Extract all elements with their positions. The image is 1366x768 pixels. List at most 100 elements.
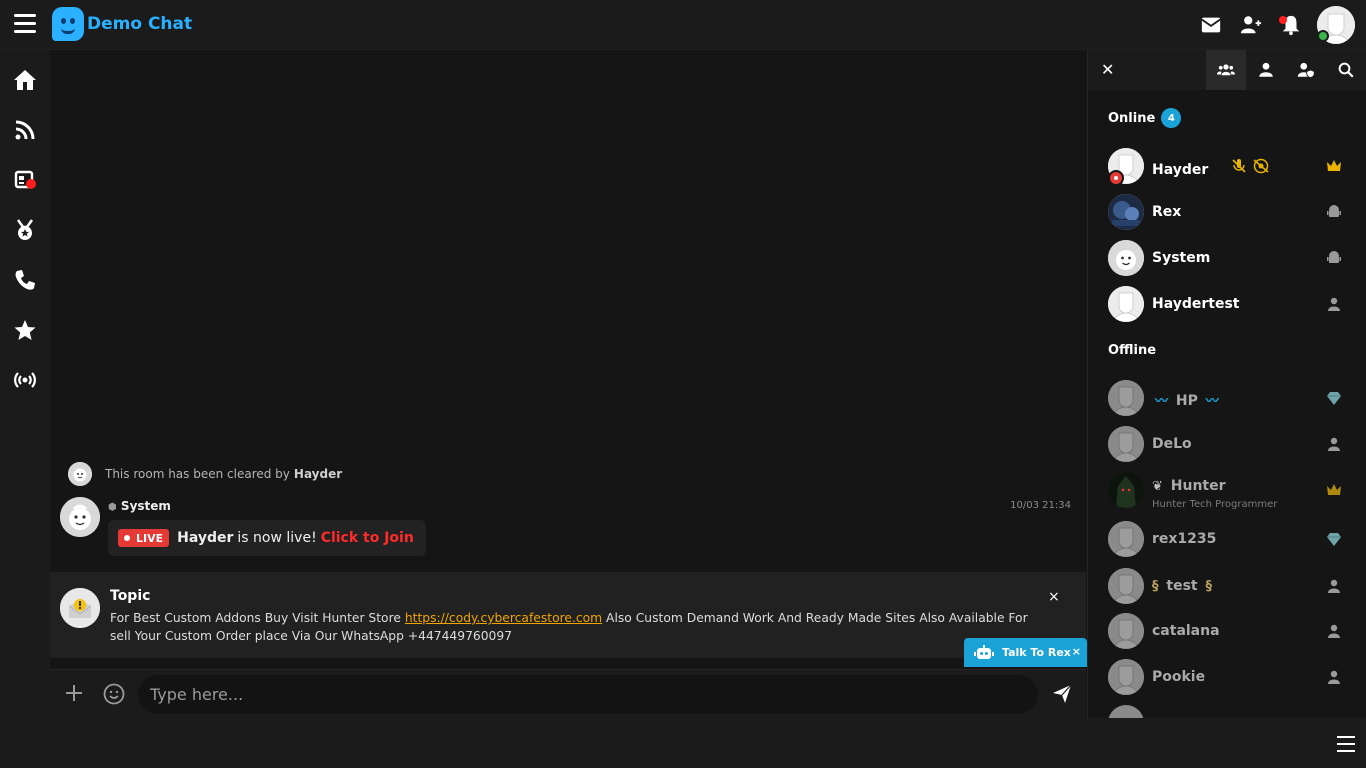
live-label: LIVE <box>136 531 164 545</box>
user-name-text: test <box>1166 578 1198 594</box>
user-name: DeLo <box>1152 436 1192 452</box>
emoji-icon[interactable] <box>103 683 125 705</box>
topic-title: Topic <box>110 588 151 604</box>
live-user[interactable]: Hayder <box>177 530 233 546</box>
online-count-badge: 4 <box>1161 108 1182 128</box>
user-name-text: Hayder <box>1152 162 1209 178</box>
live-text: is now live! <box>237 530 317 546</box>
add-user-icon[interactable] <box>1240 14 1262 36</box>
bottom-bar <box>0 718 1366 768</box>
user-name: Pookie <box>1152 669 1206 685</box>
rss-icon[interactable] <box>13 118 37 142</box>
topic-banner: Topic For Best Custom Addons Buy Visit H… <box>50 572 1086 658</box>
user-item-partial[interactable] <box>1108 705 1348 718</box>
user-item-catalana[interactable]: catalana <box>1108 613 1348 651</box>
envelope-icon[interactable] <box>1200 14 1222 36</box>
avatar <box>1108 613 1144 649</box>
broadcast-icon[interactable] <box>13 368 37 392</box>
diamond-icon <box>1326 390 1342 406</box>
online-label: Online <box>1108 110 1156 126</box>
user-item-rex1235[interactable]: rex1235 <box>1108 521 1348 559</box>
menu-icon[interactable] <box>14 14 36 34</box>
send-icon[interactable] <box>1052 684 1072 704</box>
user-name: Hayder <box>1152 158 1270 178</box>
user-item-delo[interactable]: DeLo <box>1108 426 1348 464</box>
cleared-by-name[interactable]: Hayder <box>294 467 342 481</box>
live-badge: LIVE <box>118 529 170 547</box>
android-icon: ⬢ <box>108 502 117 513</box>
room-cleared-notice: This room has been cleared by Hayder <box>68 462 342 486</box>
user-name: catalana <box>1152 623 1220 639</box>
tab-staff-icon[interactable] <box>1286 50 1326 90</box>
online-status-icon <box>1317 30 1329 42</box>
user-name: 〰 HP 〰 <box>1152 390 1222 409</box>
topic-close-button[interactable]: × <box>1048 589 1060 605</box>
talk-to-rex-close[interactable]: × <box>1072 645 1081 658</box>
cam-muted-icon <box>1252 158 1270 178</box>
message-sender[interactable]: ⬢ System <box>108 499 171 513</box>
logo-mark-icon <box>52 7 84 41</box>
logo[interactable]: Demo Chat <box>52 7 192 41</box>
avatar <box>1108 568 1144 604</box>
avatar <box>1108 521 1144 557</box>
avatar <box>1108 472 1144 508</box>
top-bar: Demo Chat <box>0 0 1366 50</box>
user-rank-icon <box>1326 296 1342 312</box>
close-panel-icon[interactable]: ✕ <box>1101 60 1114 79</box>
topic-icon <box>60 588 100 628</box>
android-icon <box>1326 204 1342 220</box>
user-rank-icon <box>1326 669 1342 685</box>
diamond-icon <box>1326 531 1342 547</box>
avatar <box>1108 426 1144 462</box>
system-avatar[interactable] <box>60 497 100 537</box>
chat-area: This room has been cleared by Hayder ⬢ S… <box>50 50 1087 718</box>
avatar <box>1108 380 1144 416</box>
message-input-bar <box>50 669 1086 718</box>
star-icon[interactable] <box>13 318 37 342</box>
crown-icon <box>1326 158 1342 174</box>
tab-users-icon[interactable] <box>1206 50 1246 90</box>
medal-icon[interactable] <box>13 218 37 242</box>
live-dot-icon <box>124 535 130 541</box>
user-item-hp[interactable]: 〰 HP 〰 <box>1108 380 1348 418</box>
user-name: ❦ Hunter <box>1152 478 1226 494</box>
mic-muted-icon <box>1231 159 1252 178</box>
user-item-rex[interactable]: Rex <box>1108 194 1348 232</box>
user-name: Rex <box>1152 204 1182 220</box>
user-item-hayder[interactable]: Hayder <box>1108 148 1348 186</box>
avatar <box>1108 659 1144 695</box>
tab-friends-icon[interactable] <box>1246 50 1286 90</box>
menu-icon[interactable] <box>1337 736 1355 752</box>
user-name: rex1235 <box>1152 531 1217 547</box>
sender-name: System <box>120 499 171 513</box>
message-input[interactable] <box>138 675 1038 714</box>
plus-icon[interactable] <box>64 683 84 703</box>
user-name-text: Hunter <box>1170 478 1226 494</box>
user-item-haydertest[interactable]: Haydertest <box>1108 286 1348 324</box>
user-name: Haydertest <box>1152 296 1240 312</box>
app-name: Demo Chat <box>87 14 193 34</box>
cleared-notice-text: This room has been cleared by <box>105 467 290 481</box>
user-item-hunter[interactable]: ❦ Hunter Hunter Tech Programmer <box>1108 472 1348 510</box>
swan-right-icon: § <box>1205 579 1212 594</box>
talk-to-rex-button[interactable]: Talk To Rex × <box>964 638 1087 667</box>
tab-search-icon[interactable] <box>1326 50 1366 90</box>
join-live-link[interactable]: Click to Join <box>321 530 414 546</box>
topic-text: For Best Custom Addons Buy Visit Hunter … <box>110 609 1050 645</box>
home-icon[interactable] <box>13 68 37 92</box>
user-item-test[interactable]: § test § <box>1108 568 1348 606</box>
online-section-label: Online 4 <box>1108 108 1182 128</box>
talk-to-rex-label: Talk To Rex <box>1002 646 1071 659</box>
user-item-pookie[interactable]: Pookie <box>1108 659 1348 697</box>
phone-icon[interactable] <box>13 268 37 292</box>
user-item-system[interactable]: System <box>1108 240 1348 278</box>
message-time: 10/03 21:34 <box>1010 500 1071 511</box>
app-root: Demo Chat This room has been cleared by … <box>0 0 1366 768</box>
crown-icon <box>1326 482 1342 498</box>
notification-dot <box>1279 16 1287 24</box>
topic-link[interactable]: https://cody.cybercafestore.com <box>405 611 602 625</box>
news-icon[interactable] <box>13 168 37 192</box>
android-icon <box>1326 250 1342 266</box>
user-list-panel: ✕ Online 4 Hayder Rex System Haydertest … <box>1087 50 1366 718</box>
swan-left-icon: § <box>1152 579 1159 594</box>
